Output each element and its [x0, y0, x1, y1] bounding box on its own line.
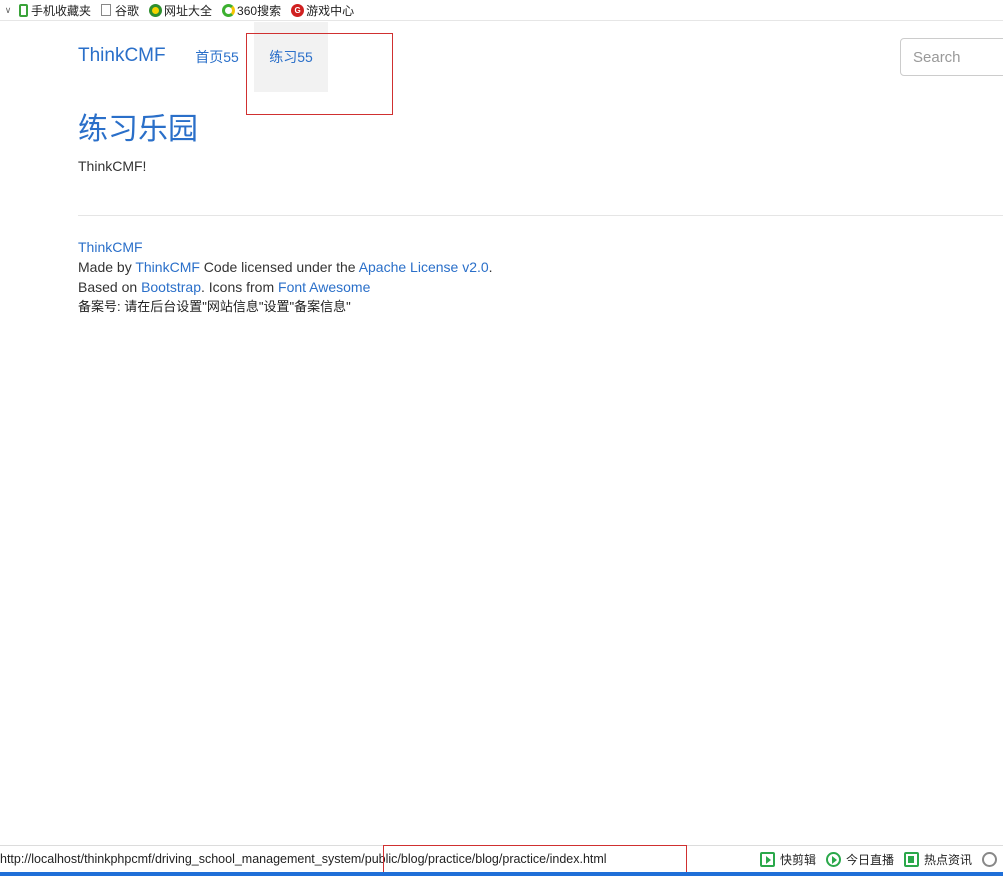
- bookmark-label: 游戏中心: [306, 3, 355, 18]
- brand-link[interactable]: ThinkCMF: [78, 45, 166, 67]
- made-by-text: Made by: [78, 259, 136, 275]
- based-on-text: Based on: [78, 279, 142, 295]
- bookmark-item-game-center[interactable]: G 游戏中心: [291, 2, 354, 19]
- page-title: 练习乐园: [78, 113, 198, 146]
- footer-brand-link[interactable]: ThinkCMF: [78, 239, 143, 255]
- nav-item-home[interactable]: 首页55: [188, 22, 246, 92]
- news-icon: [904, 852, 920, 867]
- chevron-down-icon[interactable]: ∨: [1, 5, 15, 16]
- status-tool-quick-edit[interactable]: 快剪辑: [760, 851, 816, 868]
- status-tool-label: 快剪辑: [780, 853, 817, 867]
- settings-icon[interactable]: [982, 852, 998, 867]
- search-input[interactable]: [900, 38, 1003, 76]
- bookmark-label: 360搜索: [237, 3, 282, 18]
- period-text: .: [488, 259, 493, 275]
- footer-made-by-line: Made by ThinkCMF Code licensed under the…: [78, 257, 493, 277]
- bookmark-item-360-search[interactable]: 360搜索: [222, 2, 281, 19]
- license-link[interactable]: Apache License v2.0: [359, 259, 489, 275]
- bookmarks-bar: ∨ 手机收藏夹 谷歌 网址大全 360搜索 G 游戏中心: [0, 0, 1003, 21]
- code-licensed-text: Code licensed under the: [199, 259, 359, 275]
- divider: [78, 215, 1003, 216]
- bookmark-label: 谷歌: [115, 3, 140, 18]
- globe-icon: [149, 3, 163, 17]
- status-tool-label: 热点资讯: [924, 853, 973, 867]
- footer: ThinkCMF Made by ThinkCMF Code licensed …: [78, 237, 493, 317]
- status-url: http://localhost/thinkphpcmf/driving_sch…: [0, 852, 607, 866]
- 360-icon: [222, 3, 236, 17]
- bookmark-item-directory[interactable]: 网址大全: [149, 2, 212, 19]
- browser-status-bar: http://localhost/thinkphpcmf/driving_sch…: [0, 845, 1003, 872]
- status-tool-label: 今日直播: [846, 853, 895, 867]
- nav-item-practice[interactable]: 练习55: [254, 22, 328, 92]
- bookmark-label: 手机收藏夹: [31, 3, 92, 18]
- page-icon: [101, 4, 112, 16]
- bookmark-item-google[interactable]: 谷歌: [101, 2, 139, 19]
- icp-record-text: 备案号: 请在后台设置"网站信息"设置"备案信息": [78, 299, 351, 314]
- page-body-text: ThinkCMF!: [78, 158, 147, 174]
- bookmark-item-mobile[interactable]: 手机收藏夹: [15, 2, 91, 19]
- footer-based-on-line: Based on Bootstrap. Icons from Font Awes…: [78, 277, 493, 297]
- footer-brand-line: ThinkCMF: [78, 237, 493, 257]
- play-icon: [826, 852, 842, 867]
- phone-icon: [19, 3, 28, 17]
- bookmark-label: 网址大全: [164, 3, 213, 18]
- status-tool-news[interactable]: 热点资讯: [904, 851, 972, 868]
- taskbar-strip: [0, 872, 1003, 876]
- game-icon: G: [291, 3, 305, 17]
- bootstrap-link[interactable]: Bootstrap: [141, 279, 201, 295]
- icons-from-text: . Icons from: [201, 279, 279, 295]
- status-tools: 快剪辑 今日直播 热点资讯: [760, 851, 1002, 868]
- scissors-icon: [760, 852, 775, 867]
- font-awesome-link[interactable]: Font Awesome: [278, 279, 370, 295]
- made-by-link[interactable]: ThinkCMF: [135, 259, 200, 275]
- status-tool-live[interactable]: 今日直播: [826, 851, 894, 868]
